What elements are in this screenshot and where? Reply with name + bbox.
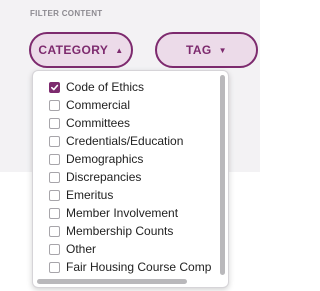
- check-icon: [50, 84, 59, 90]
- option-checkbox[interactable]: [49, 117, 60, 129]
- category-button-label: CATEGORY: [38, 43, 109, 57]
- vertical-scrollbar-thumb[interactable]: [220, 75, 225, 275]
- category-option[interactable]: Demographics: [33, 150, 225, 168]
- option-checkbox[interactable]: [49, 243, 60, 255]
- option-checkbox[interactable]: [49, 135, 60, 147]
- horizontal-scrollbar-thumb[interactable]: [37, 279, 187, 284]
- tag-button-label: TAG: [186, 43, 212, 57]
- option-label: Emeritus: [66, 188, 114, 202]
- option-label: Code of Ethics: [66, 80, 145, 94]
- tag-filter-button[interactable]: TAG ▼: [155, 32, 258, 68]
- option-label: Other: [66, 242, 97, 256]
- category-option-list: Code of Ethics Commercial Committees Creden…: [33, 78, 225, 276]
- option-checkbox[interactable]: [49, 81, 60, 93]
- category-dropdown: Code of Ethics Commercial Committees Creden…: [32, 70, 229, 288]
- category-option[interactable]: Membership Counts: [33, 222, 225, 240]
- option-label: Fair Housing Course Comp: [66, 260, 212, 274]
- option-checkbox[interactable]: [49, 207, 60, 219]
- caret-up-icon: ▲: [115, 45, 124, 55]
- category-option[interactable]: Commercial: [33, 96, 225, 114]
- filter-heading: FILTER CONTENT: [30, 9, 103, 18]
- category-option[interactable]: Discrepancies: [33, 168, 225, 186]
- option-checkbox[interactable]: [49, 99, 60, 111]
- option-checkbox[interactable]: [49, 153, 60, 165]
- option-checkbox[interactable]: [49, 225, 60, 237]
- category-option[interactable]: Other: [33, 240, 225, 258]
- horizontal-scrollbar[interactable]: [37, 279, 221, 284]
- option-label: Member Involvement: [66, 206, 179, 220]
- category-filter-button[interactable]: CATEGORY ▲: [29, 32, 133, 68]
- option-checkbox[interactable]: [49, 261, 60, 273]
- category-option[interactable]: Credentials/Education: [33, 132, 225, 150]
- option-label: Demographics: [66, 152, 144, 166]
- category-option[interactable]: Committees: [33, 114, 225, 132]
- category-option[interactable]: Code of Ethics: [33, 78, 225, 96]
- option-checkbox[interactable]: [49, 171, 60, 183]
- vertical-scrollbar[interactable]: [220, 75, 225, 275]
- category-option[interactable]: Member Involvement: [33, 204, 225, 222]
- category-option[interactable]: Emeritus: [33, 186, 225, 204]
- option-label: Discrepancies: [66, 170, 142, 184]
- option-label: Committees: [66, 116, 131, 130]
- category-option[interactable]: Fair Housing Course Comp: [33, 258, 225, 276]
- option-checkbox[interactable]: [49, 189, 60, 201]
- option-label: Credentials/Education: [66, 134, 184, 148]
- caret-down-icon: ▼: [218, 45, 227, 55]
- option-label: Commercial: [66, 98, 131, 112]
- option-label: Membership Counts: [66, 224, 174, 238]
